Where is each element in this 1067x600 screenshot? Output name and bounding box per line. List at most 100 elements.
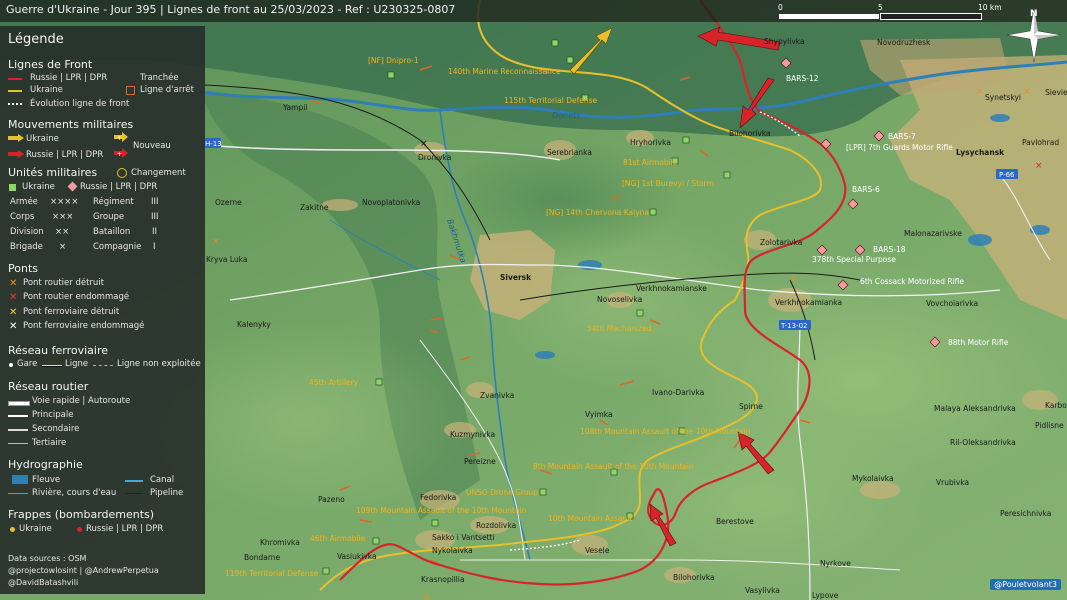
legend-road: Tertiaire [32,438,67,448]
svg-text:×: × [976,87,984,97]
bridge-rail-damaged-icon: ✕ [9,321,18,332]
place-label: Pazeno [318,495,345,504]
place-label: Sakko i Vantsetti [432,533,495,542]
swatch-russia-unit [67,181,78,192]
legend-strike-russia: Russie | LPR | DPR [86,524,164,534]
strike-russia-icon [76,526,83,533]
place-label: Vrubivka [936,478,969,487]
legend-river: Fleuve [32,475,61,485]
compass-rose-icon: N [1006,7,1062,63]
unit-label-ua: 119th Territorial Defense [225,569,318,578]
bridge-road-destroyed-icon: ✕ [9,278,18,289]
legend-echelon-sym: × [59,242,67,252]
bridge-road-damaged-icon: ✕ [9,292,18,303]
place-label: Yampil [282,103,307,112]
legend-echelon: Armée [10,197,38,207]
scale-segment-1 [778,13,880,20]
pipeline-swatch [125,493,143,494]
road-label-t1302: T-13-02 [780,322,808,330]
unit-label-ru: BARS-12 [786,74,819,83]
swatch-ukraine-unit [9,184,16,191]
legend-roads-heading: Réseau routier [8,380,89,393]
author-watermark: @Pouletvolant3 [990,579,1061,590]
unit-label-ua: 108th Mountain Assault of the 10th Mount… [580,427,751,436]
place-label: Dronivka [418,153,451,162]
road-main-swatch [8,415,28,417]
place-label: Novoselivka [597,295,642,304]
place-label: Nyrkove [820,559,851,568]
place-label: Kalenyky [237,320,271,329]
place-label: Hryhorivka [630,138,671,147]
legend-bridge: Pont ferroviaire endommagé [23,321,145,331]
place-label: Vasylivka [745,586,780,595]
unit-label-ru: BARS-7 [888,132,916,141]
svg-text:×: × [423,593,431,600]
unit-label-ua: 10th Mountain Assault [548,514,632,523]
legend-bridge: Pont routier endommagé [23,292,130,302]
russia-move-arrow-icon [8,150,24,158]
place-label: Vasiukivka [337,552,377,561]
place-label: Pavlohrad [1022,138,1059,147]
legend-rail-station: Gare [17,359,38,369]
rail-station-icon [9,363,13,367]
place-label: Pereizne [464,457,496,466]
unit-label-ua: 115th Territorial Defense [504,96,597,105]
legend-echelon-sym: ×× [55,227,70,237]
place-label: Berestove [716,517,754,526]
legend-road: Principale [32,410,74,420]
unit-label-ua: 45th Artillery [309,378,359,387]
legend-canal: Canal [150,475,175,485]
place-label: Synetskyi [985,93,1021,102]
unit-label-ua: 46th Airmobile [310,534,366,543]
place-label: Spirne [739,402,763,411]
swatch-change [117,168,127,178]
data-source: Data sources : OSM [8,554,87,563]
legend-bridges-heading: Ponts [8,262,38,275]
legend-echelon: Bataillon [93,227,131,237]
place-label: Rozdolivka [476,521,516,530]
scale-label-0: 0 [778,3,783,12]
swatch-trench [126,86,135,95]
unit-label-ua: 8th Mountain Assault of the 10th Mountai… [533,462,694,471]
legend-stopline: Ligne d'arrêt [140,85,194,95]
unit-label-ua: 81st Airmobile [623,158,678,167]
unit-label-ua: [NG] 14th Chervona Kalyna [546,208,649,217]
legend-move-new: Nouveau [133,141,171,151]
data-source: @projectowlosint | @AndrewPerpetua [8,566,159,575]
place-label: Lypove [812,591,839,600]
svg-text:×: × [420,139,428,149]
legend-bridge: Pont ferroviaire détruit [23,307,120,317]
scale-label-5: 5 [878,3,883,12]
legend-frontlines-heading: Lignes de Front [8,58,93,71]
river-swatch [12,475,28,484]
place-label: Bilohorivka [673,573,715,582]
scale-segment-2 [880,13,982,20]
legend-pipeline: Pipeline [150,488,184,498]
legend-unit-change: Changement [131,168,186,178]
place-label: Kuzmynivka [450,430,495,439]
place-label: Mykolaivka [852,474,894,483]
place-label: Verkhnokamianka [775,298,842,307]
legend-rail-line: Ligne [65,359,89,369]
place-label: Pidlisne [1035,421,1064,430]
canal-swatch [125,480,143,482]
legend-move-russia: Russie | LPR | DPR [26,150,104,160]
legend-movements-heading: Mouvements militaires [8,118,134,131]
data-source: @DavidBatashvili [8,578,79,587]
unit-label-ru: [LPR] 7th Guards Motor Rifle [846,143,953,152]
place-label: Kryva Luka [206,255,247,264]
unit-label-ua: 140th Marine Reconnaissance [448,67,561,76]
place-label: Novoplatonivka [362,198,420,207]
legend-echelon: Brigade [10,242,43,252]
rail-unused-swatch [93,365,113,366]
legend-unit-russia: Russie | LPR | DPR [80,182,158,192]
road-highway-swatch [8,401,30,406]
place-label: Bondarne [244,553,281,562]
river-label-donets: Donets [552,111,580,120]
legend-strike-ukraine: Ukraine [19,524,52,534]
legend-stream: Rivière, cours d'eau [32,488,117,498]
unit-label-ua: 109th Mountain Assault of the 10th Mount… [356,506,527,515]
swatch-russia-line [8,78,22,80]
legend-echelon: Groupe [93,212,125,222]
legend-move-ukraine: Ukraine [26,134,59,144]
